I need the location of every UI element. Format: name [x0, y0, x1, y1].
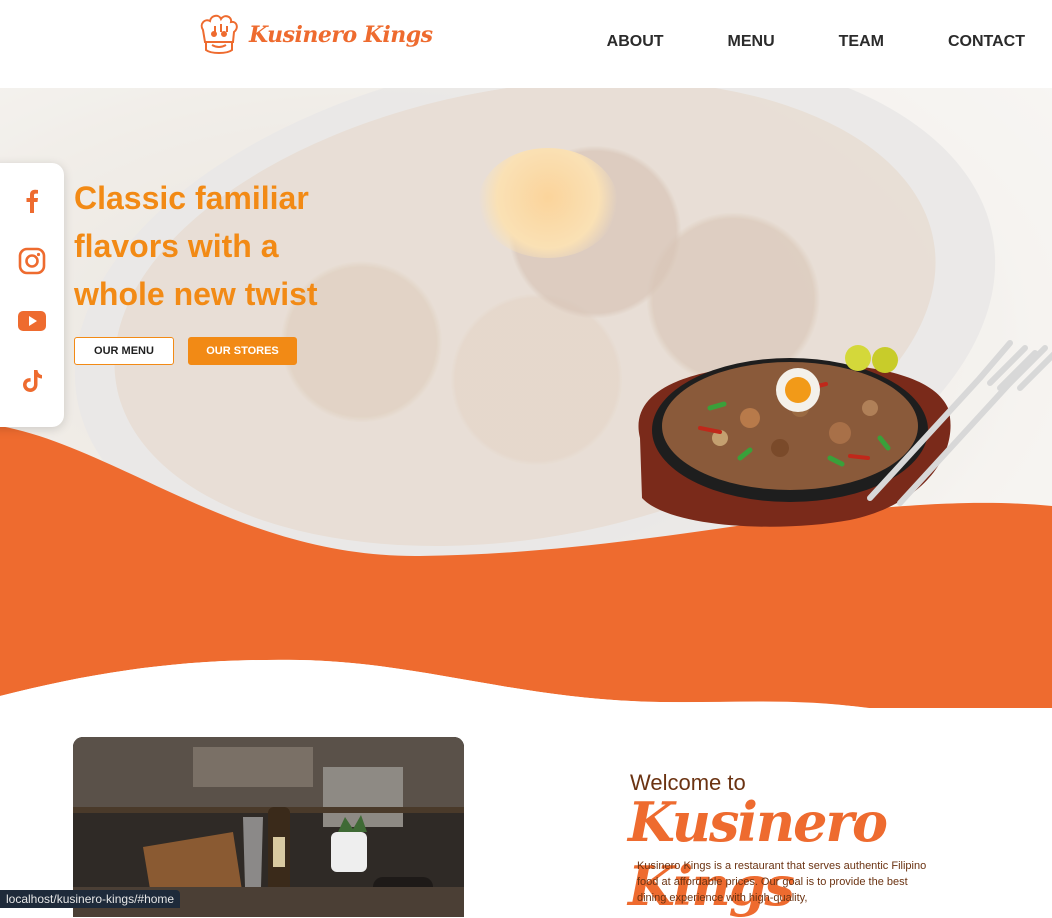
chef-hat-logo-icon — [200, 14, 238, 54]
nav-contact[interactable]: CONTACT — [948, 33, 1025, 51]
hero-headline: Classic familiar flavors with a whole ne… — [74, 180, 318, 312]
youtube-icon[interactable] — [16, 305, 48, 337]
forks-image — [867, 340, 1052, 506]
welcome-description: Kusinero Kings is a restaurant that serv… — [637, 860, 927, 904]
social-sidebar — [0, 163, 64, 427]
nav-menu[interactable]: MENU — [728, 33, 775, 51]
our-stores-button[interactable]: OUR STORES — [188, 337, 297, 365]
hero-section: Classic familiar flavors with a whole ne… — [0, 88, 1052, 708]
nav-about[interactable]: ABOUT — [607, 33, 664, 51]
instagram-icon[interactable] — [16, 245, 48, 277]
nav-team[interactable]: TEAM — [839, 33, 884, 51]
our-menu-button[interactable]: OUR MENU — [74, 337, 174, 365]
logo[interactable]: Kusinero Kings — [197, 12, 433, 58]
facebook-icon[interactable] — [16, 185, 48, 217]
main-nav: ABOUT MENU TEAM CONTACT — [543, 33, 1025, 51]
status-bar-url: localhost/kusinero-kings/#home — [0, 890, 181, 908]
logo-text: Kusinero Kings — [249, 22, 433, 48]
site-header: Kusinero Kings ABOUT MENU TEAM CONTACT — [0, 0, 1052, 88]
tiktok-icon[interactable] — [16, 365, 48, 397]
